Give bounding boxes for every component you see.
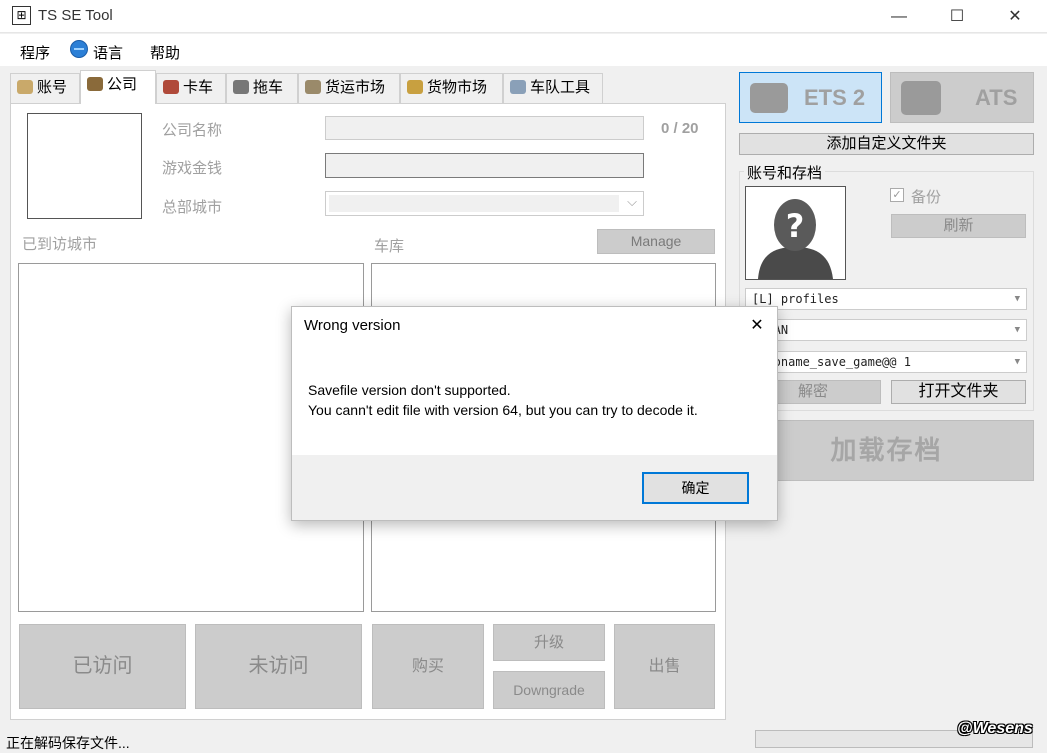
svg-text:?: ? — [786, 207, 805, 245]
profile-folder-select[interactable]: [L] profiles ▼ — [745, 288, 1027, 310]
app-icon: ⊞ — [12, 6, 31, 25]
menu-help[interactable]: 帮助 — [150, 42, 180, 63]
sell-garage-button[interactable]: 出售 — [614, 624, 715, 709]
watermark-text: @Wesens — [957, 720, 1033, 737]
company-name-input[interactable] — [325, 116, 644, 140]
game-money-label: 游戏金钱 — [162, 160, 223, 177]
load-save-button[interactable]: 加载存档 — [739, 420, 1034, 481]
tab-trailer[interactable]: 拖车 — [226, 73, 298, 103]
dialog-close-icon[interactable]: ✕ — [742, 312, 772, 340]
refresh-button[interactable]: 刷新 — [891, 214, 1026, 238]
maximize-button[interactable]: ☐ — [928, 0, 986, 33]
name-length-counter: 0 / 20 — [661, 120, 699, 137]
unvisited-button[interactable]: 未访问 — [195, 624, 362, 709]
cargo-icon — [407, 80, 423, 94]
tab-freight-market[interactable]: 货运市场 — [298, 73, 400, 103]
trailer-icon — [233, 80, 249, 94]
account-icon — [17, 80, 33, 94]
company-icon — [87, 77, 103, 91]
save-game-select[interactable]: @@noname_save_game@@ 1 ▼ — [745, 351, 1027, 373]
game-money-input[interactable] — [325, 153, 644, 178]
wrong-version-dialog: Wrong version ✕ Savefile version don't s… — [291, 306, 778, 521]
freight-icon — [305, 80, 321, 94]
company-name-label: 公司名称 — [162, 122, 223, 139]
chevron-down-icon: ▼ — [1014, 294, 1020, 304]
tab-cargo-market[interactable]: 货物市场 — [400, 73, 503, 103]
unknown-profile-icon: ? — [758, 199, 833, 279]
dialog-ok-button[interactable]: 确定 — [642, 472, 749, 504]
buy-garage-button[interactable]: 购买 — [372, 624, 484, 709]
visited-button[interactable]: 已访问 — [19, 624, 186, 709]
fleet-tools-icon — [510, 80, 526, 94]
window-title: TS SE Tool — [38, 7, 113, 24]
hq-city-select[interactable]: ⌵ — [325, 191, 644, 216]
visited-cities-label: 已到访城市 — [22, 236, 98, 253]
company-logo[interactable] — [27, 113, 142, 219]
ets2-truck-icon — [750, 83, 788, 113]
menu-language[interactable]: 语言 — [93, 42, 123, 63]
profile-group-title: 账号和存档 — [744, 162, 826, 183]
truck-icon — [163, 80, 179, 94]
minimize-button[interactable]: — — [870, 0, 928, 33]
dialog-title: Wrong version — [304, 317, 401, 334]
dialog-message-line1: Savefile version don't supported. — [308, 382, 511, 398]
add-custom-folder-button[interactable]: 添加自定义文件夹 — [739, 133, 1034, 155]
manage-garage-button[interactable]: Manage — [597, 229, 715, 254]
ets2-button[interactable]: ETS 2 — [739, 72, 882, 123]
profile-avatar: ? — [745, 186, 846, 280]
tab-fleet-tools[interactable]: 车队工具 — [503, 73, 603, 103]
chevron-down-icon: ⌵ — [627, 194, 637, 209]
tab-account[interactable]: 账号 — [10, 73, 80, 103]
menu-program[interactable]: 程序 — [20, 42, 50, 63]
user-profile-select[interactable]: ZSFAN▼ — [745, 319, 1027, 341]
dialog-message-line2: You cann't edit file with version 64, bu… — [308, 402, 698, 418]
upgrade-garage-button[interactable]: 升级 — [493, 624, 605, 661]
globe-icon — [70, 40, 88, 58]
backup-checkbox[interactable]: ✓ — [890, 188, 904, 202]
ats-button[interactable]: ATS — [890, 72, 1034, 123]
hq-city-label: 总部城市 — [162, 199, 223, 216]
tab-company[interactable]: 公司 — [80, 70, 156, 104]
backup-label: 备份 — [911, 189, 942, 206]
chevron-down-icon: ▼ — [1014, 357, 1020, 367]
tab-truck[interactable]: 卡车 — [156, 73, 226, 103]
ats-truck-icon — [901, 81, 941, 115]
garage-label: 车库 — [374, 238, 405, 255]
close-window-button[interactable]: ✕ — [986, 0, 1044, 33]
open-folder-button[interactable]: 打开文件夹 — [891, 380, 1026, 404]
chevron-down-icon: ▼ — [1014, 325, 1020, 335]
status-text: 正在解码保存文件... — [6, 735, 130, 751]
downgrade-garage-button[interactable]: Downgrade — [493, 671, 605, 709]
